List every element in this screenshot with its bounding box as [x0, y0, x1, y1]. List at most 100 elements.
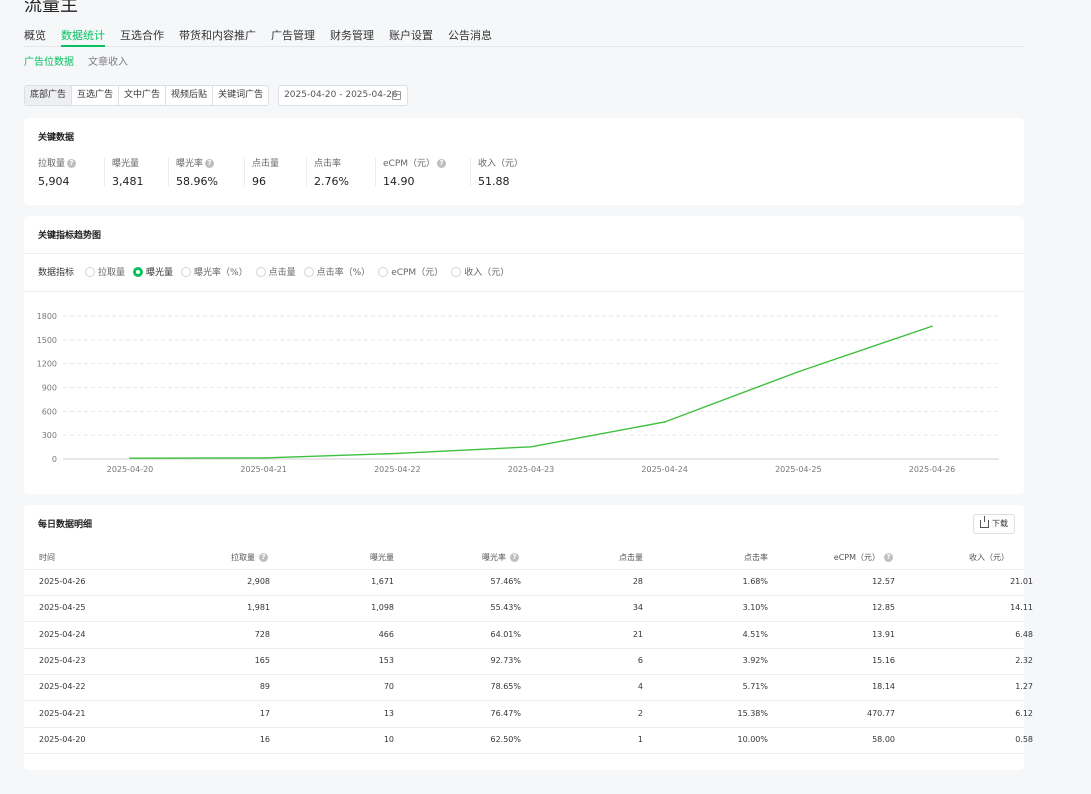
date-range-picker[interactable]: 2025-04-20 - 2025-04-26 — [278, 85, 409, 106]
table-cell: 2025-04-24 — [39, 629, 86, 639]
x-tick-label: 2025-04-23 — [508, 465, 555, 474]
table-cell: 728 — [254, 629, 270, 639]
table-cell: 89 — [259, 682, 270, 692]
ad-type-segment: 底部广告 互选广告 文中广告 视频后贴 关键词广告 — [24, 85, 270, 106]
x-tick-label: 2025-04-22 — [374, 465, 421, 474]
download-button[interactable]: 下载 — [973, 514, 1015, 534]
calendar-icon — [392, 91, 402, 100]
table-cell: 10 — [383, 734, 394, 744]
help-icon[interactable]: ? — [437, 159, 447, 168]
x-tick-label: 2025-04-26 — [909, 465, 956, 474]
table-cell: 6.48 — [1015, 629, 1033, 639]
help-icon[interactable]: ? — [510, 553, 519, 562]
metric-0: 拉取量? 5,904 — [38, 156, 77, 188]
ad-type-3[interactable]: 视频后贴 — [166, 86, 214, 105]
nav-item-4[interactable]: 广告管理 — [271, 28, 315, 47]
y-tick-label: 1200 — [37, 360, 57, 369]
table-cell: 78.65% — [490, 682, 521, 692]
column-header-label: eCPM（元） — [833, 553, 880, 562]
sub-tab-1[interactable]: 文章收入 — [88, 53, 128, 68]
row-divider — [24, 595, 1024, 596]
help-icon[interactable]: ? — [205, 159, 215, 168]
ad-type-1[interactable]: 互选广告 — [72, 86, 120, 105]
daily-details-title: 每日数据明细 — [38, 520, 93, 530]
table-cell: 2025-04-25 — [39, 603, 86, 613]
table-cell: 2.32 — [1015, 655, 1033, 665]
column-header-6: eCPM（元）? — [834, 553, 893, 563]
download-icon — [980, 516, 989, 528]
x-tick-label: 2025-04-21 — [240, 465, 287, 474]
nav-item-0[interactable]: 概览 — [24, 28, 46, 47]
metric-5: eCPM（元）? 14.90 — [383, 156, 447, 188]
ad-type-2[interactable]: 文中广告 — [119, 86, 167, 105]
metric-value: 96 — [252, 175, 266, 188]
metric-value: 3,481 — [112, 175, 144, 188]
table-cell: 2025-04-21 — [39, 708, 86, 718]
table-cell: 14.11 — [1010, 603, 1033, 613]
help-icon[interactable]: ? — [259, 553, 268, 562]
table-cell: 5.71% — [742, 682, 768, 692]
metric-label: 拉取量? — [38, 156, 77, 169]
row-divider — [24, 752, 1024, 754]
metric-value: 2.76% — [314, 175, 349, 188]
data-point — [396, 452, 399, 455]
column-header-label: 点击率 — [744, 553, 768, 562]
ad-type-0[interactable]: 底部广告 — [25, 86, 73, 105]
data-point — [797, 370, 800, 373]
y-tick-label: 900 — [42, 384, 57, 393]
table-cell: 466 — [378, 629, 394, 639]
help-icon[interactable]: ? — [884, 553, 893, 562]
table-cell: 21 — [632, 629, 643, 639]
key-metrics-card: 关键数据 拉取量? 5,904 曝光量 3,481 曝光率? 58.96% 点击量 96 点击率… — [24, 118, 1024, 205]
table-cell: 15.16 — [872, 655, 895, 665]
table-cell: 470.77 — [867, 708, 895, 718]
table-cell: 2025-04-22 — [39, 682, 86, 692]
column-header-4: 点击量 — [619, 553, 643, 563]
nav-item-7[interactable]: 公告消息 — [448, 28, 492, 47]
table-cell: 1 — [637, 734, 643, 744]
table-cell: 16 — [259, 734, 270, 744]
metric-label-text: 点击量 — [252, 159, 280, 169]
nav-item-1[interactable]: 数据统计 — [61, 28, 105, 47]
metric-label-text: 拉取量 — [38, 159, 66, 169]
metric-label: eCPM（元）? — [383, 156, 447, 169]
metric-divider — [306, 158, 307, 186]
table-cell: 1.27 — [1015, 682, 1033, 692]
metric-divider — [244, 158, 245, 186]
column-header-label: 点击量 — [619, 553, 643, 562]
table-cell: 1,671 — [371, 577, 394, 586]
app-title: 流量主 — [24, 0, 78, 16]
nav-item-5[interactable]: 财务管理 — [330, 28, 374, 47]
table-cell: 62.50% — [490, 734, 521, 744]
nav-item-6[interactable]: 账户设置 — [389, 28, 433, 47]
column-header-label: 曝光率 — [482, 553, 506, 562]
metric-value: 51.88 — [478, 175, 510, 188]
sub-tab-0[interactable]: 广告位数据 — [24, 53, 74, 68]
metric-1: 曝光量 3,481 — [112, 156, 144, 188]
nav-item-3[interactable]: 带货和内容推广 — [179, 28, 256, 47]
column-header-label: 时间 — [39, 553, 55, 562]
toolbar: 底部广告 互选广告 文中广告 视频后贴 关键词广告 2025-04-20 - 2025-… — [24, 85, 409, 106]
column-header-3: 曝光率? — [482, 553, 519, 563]
table-cell: 55.43% — [490, 603, 521, 613]
nav-item-2[interactable]: 互选合作 — [120, 28, 164, 47]
ad-type-4[interactable]: 关键词广告 — [213, 86, 268, 105]
column-header-label: 拉取量 — [231, 553, 255, 562]
column-header-0: 时间 — [39, 553, 55, 563]
y-tick-label: 300 — [42, 431, 57, 440]
column-header-5: 点击率 — [744, 553, 768, 563]
metric-divider — [104, 158, 105, 186]
help-icon[interactable]: ? — [67, 159, 77, 168]
metric-label: 曝光率? — [176, 156, 218, 169]
table-cell: 10.00% — [737, 734, 768, 744]
table-cell: 28 — [632, 577, 643, 586]
table-cell: 6.12 — [1015, 708, 1033, 718]
table-cell: 2 — [637, 708, 643, 718]
table-cell: 58.00 — [872, 734, 895, 744]
table-cell: 3.92% — [742, 655, 768, 665]
metric-label-text: eCPM（元） — [383, 159, 436, 169]
daily-details-card: 每日数据明细 下载 时间 拉取量? 曝光量 曝光率? 点击量 点击率 eCPM（元）? 收入（… — [24, 505, 1033, 770]
table-cell: 92.73% — [490, 655, 521, 665]
column-header-label: 收入（元） — [969, 553, 1009, 562]
row-divider — [24, 569, 1024, 570]
